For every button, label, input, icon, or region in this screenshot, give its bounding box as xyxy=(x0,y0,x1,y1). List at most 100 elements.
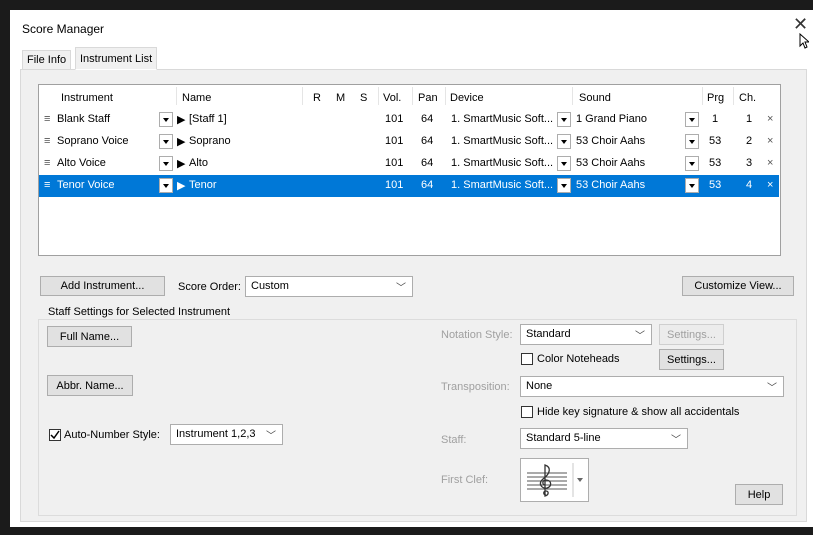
instrument-dropdown[interactable] xyxy=(159,156,173,171)
device-dropdown[interactable] xyxy=(557,178,571,193)
drag-handle-icon[interactable]: ≡ xyxy=(44,113,50,125)
staff-select[interactable]: Standard 5-line ﹀ xyxy=(520,428,688,449)
full-name-button[interactable]: Full Name... xyxy=(47,326,132,347)
staff-value: Standard 5-line xyxy=(526,432,601,444)
cell-vol[interactable]: 101 xyxy=(385,113,403,125)
col-separator xyxy=(445,87,446,105)
score-order-value: Custom xyxy=(251,280,289,292)
add-instrument-button[interactable]: Add Instrument... xyxy=(40,276,165,296)
cell-device: 1. SmartMusic Soft... xyxy=(451,135,554,147)
col-header-name[interactable]: Name xyxy=(182,92,211,104)
drag-handle-icon[interactable]: ≡ xyxy=(44,135,50,147)
remove-icon[interactable]: × xyxy=(767,135,773,147)
chevron-down-icon: ﹀ xyxy=(671,435,681,446)
cell-pan[interactable]: 64 xyxy=(421,135,433,147)
col-separator xyxy=(378,87,379,105)
staff-label: Staff: xyxy=(441,434,467,446)
drag-handle-icon[interactable]: ≡ xyxy=(44,179,50,191)
auto-number-select[interactable]: Instrument 1,2,3 ﹀ xyxy=(170,424,283,445)
device-dropdown[interactable] xyxy=(557,112,571,127)
play-icon[interactable]: ▶ xyxy=(177,179,185,192)
cell-ch[interactable]: 4 xyxy=(746,179,752,191)
sound-dropdown[interactable] xyxy=(685,178,699,193)
cell-device: 1. SmartMusic Soft... xyxy=(451,179,554,191)
sound-dropdown[interactable] xyxy=(685,156,699,171)
cell-vol[interactable]: 101 xyxy=(385,179,403,191)
abbr-name-button[interactable]: Abbr. Name... xyxy=(47,375,133,396)
instrument-dropdown[interactable] xyxy=(159,112,173,127)
chevron-down-icon: ﹀ xyxy=(396,283,406,294)
cell-name[interactable]: Alto xyxy=(189,157,208,169)
col-header-device[interactable]: Device xyxy=(450,92,484,104)
notation-settings-button-disabled[interactable]: Settings... xyxy=(659,324,724,345)
instrument-dropdown[interactable] xyxy=(159,178,173,193)
cell-ch[interactable]: 2 xyxy=(746,135,752,147)
col-header-prg[interactable]: Prg xyxy=(707,92,724,104)
cell-prg[interactable]: 53 xyxy=(709,179,721,191)
drag-handle-icon[interactable]: ≡ xyxy=(44,157,50,169)
cell-vol[interactable]: 101 xyxy=(385,135,403,147)
col-header-r[interactable]: R xyxy=(313,92,321,104)
cell-device: 1. SmartMusic Soft... xyxy=(451,113,554,125)
tab-instrument-list-active[interactable]: Instrument List xyxy=(75,47,158,70)
score-order-select[interactable]: Custom ﹀ xyxy=(245,276,413,297)
chevron-down-icon: ﹀ xyxy=(266,431,276,442)
col-separator xyxy=(572,87,573,105)
col-header-instrument[interactable]: Instrument xyxy=(61,92,113,104)
cell-name[interactable]: Tenor xyxy=(189,179,217,191)
cell-pan[interactable]: 64 xyxy=(421,157,433,169)
col-separator xyxy=(176,87,177,105)
tab-file-info[interactable]: File Info xyxy=(22,50,72,69)
notation-style-select[interactable]: Standard ﹀ xyxy=(520,324,652,345)
cell-prg[interactable]: 1 xyxy=(712,113,718,125)
close-icon[interactable]: ✕ xyxy=(793,14,808,35)
col-header-pan[interactable]: Pan xyxy=(418,92,438,104)
auto-number-checkbox[interactable] xyxy=(49,429,61,441)
table-row[interactable]: ≡ Soprano Voice ▶ Soprano 101 64 1. Smar… xyxy=(39,131,779,153)
help-button[interactable]: Help xyxy=(735,484,783,505)
remove-icon[interactable]: × xyxy=(767,179,773,191)
remove-icon[interactable]: × xyxy=(767,113,773,125)
mouse-cursor-icon xyxy=(799,33,809,49)
instrument-dropdown[interactable] xyxy=(159,134,173,149)
sound-dropdown[interactable] xyxy=(685,134,699,149)
table-row[interactable]: ≡ Alto Voice ▶ Alto 101 64 1. SmartMusic… xyxy=(39,153,779,175)
play-icon[interactable]: ▶ xyxy=(177,135,185,148)
col-header-m[interactable]: M xyxy=(336,92,345,104)
cell-ch[interactable]: 1 xyxy=(746,113,752,125)
cell-vol[interactable]: 101 xyxy=(385,157,403,169)
color-settings-button[interactable]: Settings... xyxy=(659,349,724,370)
cell-instrument: Alto Voice xyxy=(57,157,106,169)
first-clef-picker[interactable] xyxy=(520,458,589,502)
cell-name[interactable]: Soprano xyxy=(189,135,231,147)
col-header-ch[interactable]: Ch. xyxy=(739,92,756,104)
device-dropdown[interactable] xyxy=(557,156,571,171)
cell-prg[interactable]: 53 xyxy=(709,157,721,169)
table-row[interactable]: ≡ Blank Staff ▶ [Staff 1] 101 64 1. Smar… xyxy=(39,109,779,131)
transposition-select[interactable]: None ﹀ xyxy=(520,376,784,397)
screen-border-top xyxy=(0,0,813,10)
device-dropdown[interactable] xyxy=(557,134,571,149)
table-row-selected[interactable]: ≡ Tenor Voice ▶ Tenor 101 64 1. SmartMus… xyxy=(39,175,779,197)
remove-icon[interactable]: × xyxy=(767,157,773,169)
play-icon[interactable]: ▶ xyxy=(177,157,185,170)
color-noteheads-checkbox[interactable] xyxy=(521,353,533,365)
screen-border-bottom xyxy=(0,527,813,535)
cell-pan[interactable]: 64 xyxy=(421,113,433,125)
cell-sound: 1 Grand Piano xyxy=(576,113,647,125)
play-icon[interactable]: ▶ xyxy=(177,113,185,126)
col-header-s[interactable]: S xyxy=(360,92,367,104)
screen-border-left xyxy=(0,0,10,535)
sound-dropdown[interactable] xyxy=(685,112,699,127)
cell-ch[interactable]: 3 xyxy=(746,157,752,169)
chevron-down-icon: ﹀ xyxy=(635,331,645,342)
cell-pan[interactable]: 64 xyxy=(421,179,433,191)
staff-settings-label: Staff Settings for Selected Instrument xyxy=(46,306,233,318)
cell-prg[interactable]: 53 xyxy=(709,135,721,147)
hide-key-signature-checkbox[interactable] xyxy=(521,406,533,418)
col-header-vol[interactable]: Vol. xyxy=(383,92,401,104)
customize-view-button[interactable]: Customize View... xyxy=(682,276,794,296)
cell-name[interactable]: [Staff 1] xyxy=(189,113,227,125)
col-header-sound[interactable]: Sound xyxy=(579,92,611,104)
treble-clef-icon xyxy=(527,463,583,497)
